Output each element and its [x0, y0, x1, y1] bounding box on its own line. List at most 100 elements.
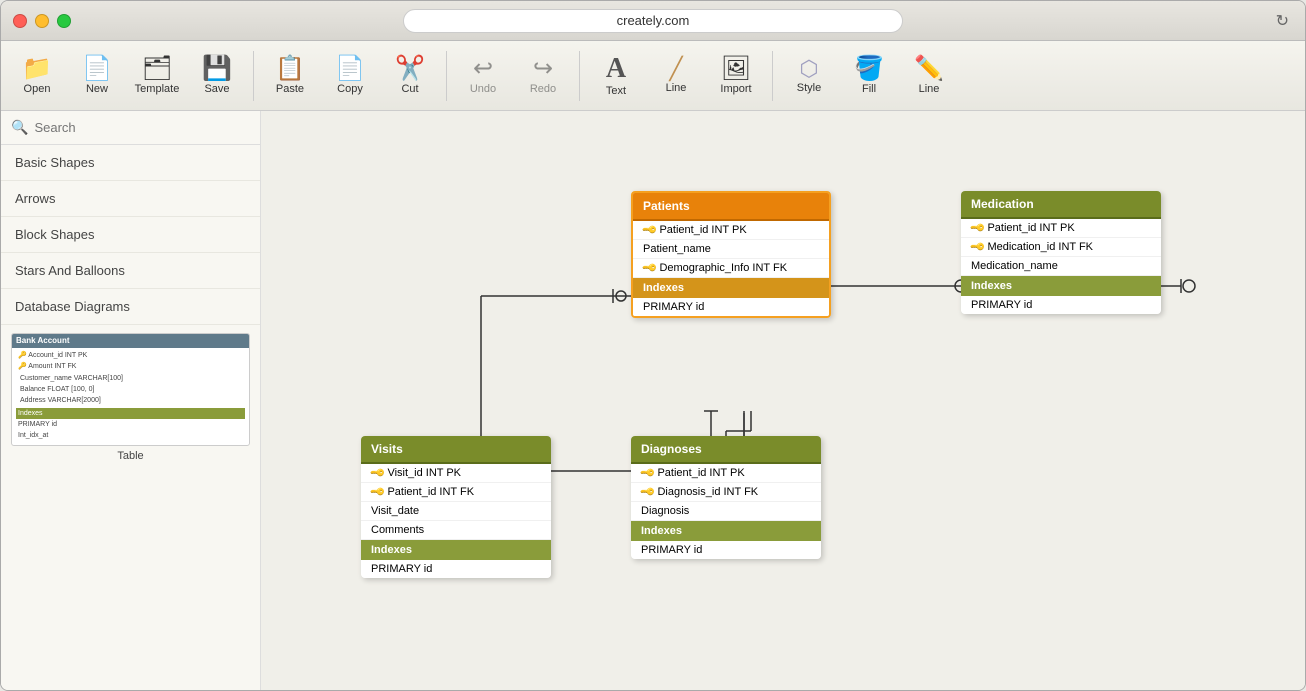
cut-button[interactable]: ✂️ Cut: [382, 45, 438, 107]
save-icon: 💾: [202, 57, 232, 81]
visits-row-1: 🔑 Visit_id INT PK: [361, 464, 551, 483]
fill-button[interactable]: 🪣 Fill: [841, 45, 897, 107]
template-button[interactable]: 🗂 Template: [129, 45, 185, 107]
style-button[interactable]: ⬡ Style: [781, 45, 837, 107]
sidebar-item-basic-shapes[interactable]: Basic Shapes: [1, 145, 260, 181]
diagnoses-table[interactable]: Diagnoses 🔑 Patient_id INT PK 🔑 Diagnosi…: [631, 436, 821, 559]
line-button[interactable]: ╱ Line: [648, 45, 704, 107]
template-label: Template: [135, 83, 180, 95]
address-bar[interactable]: creately.com: [403, 9, 903, 33]
undo-icon: ↩: [473, 57, 493, 81]
paste-label: Paste: [276, 83, 304, 95]
thumb-header: Bank Account: [12, 334, 249, 348]
visits-field-2: Patient_id INT FK: [387, 486, 474, 498]
diagnoses-indexes-header: Indexes: [631, 521, 821, 541]
new-label: New: [86, 83, 108, 95]
search-icon: 🔍: [11, 119, 28, 136]
diagnoses-row-3: Diagnosis: [631, 502, 821, 521]
fill-icon: 🪣: [854, 57, 884, 81]
import-button[interactable]: 🖼 Import: [708, 45, 764, 107]
paste-button[interactable]: 📋 Paste: [262, 45, 318, 107]
search-input[interactable]: [34, 120, 250, 135]
patients-header: Patients: [633, 193, 829, 221]
visits-table[interactable]: Visits 🔑 Visit_id INT PK 🔑 Patient_id IN…: [361, 436, 551, 578]
medication-table[interactable]: Medication 🔑 Patient_id INT PK 🔑 Medicat…: [961, 191, 1161, 314]
new-icon: 📄: [82, 57, 112, 81]
thumbnail-label: Table: [11, 450, 250, 462]
refresh-button[interactable]: ↻: [1276, 11, 1289, 31]
medication-field-1: Patient_id INT PK: [987, 222, 1074, 234]
sidebar-item-arrows[interactable]: Arrows: [1, 181, 260, 217]
line-icon: ╱: [669, 58, 682, 80]
patients-indexes-header: Indexes: [633, 278, 829, 298]
sidebar-item-database-diagrams[interactable]: Database Diagrams: [1, 289, 260, 325]
toolbar-divider-2: [446, 51, 447, 101]
patients-body: 🔑 Patient_id INT PK Patient_name 🔑 Demog…: [633, 221, 829, 278]
visits-body: 🔑 Visit_id INT PK 🔑 Patient_id INT FK Vi…: [361, 464, 551, 540]
sidebar-item-stars-balloons[interactable]: Stars And Balloons: [1, 253, 260, 289]
medication-index-1: PRIMARY id: [961, 296, 1161, 314]
maximize-button[interactable]: [57, 14, 71, 28]
save-button[interactable]: 💾 Save: [189, 45, 245, 107]
visits-field-3: Visit_date: [371, 505, 419, 517]
medication-header: Medication: [961, 191, 1161, 219]
toolbar-divider-4: [772, 51, 773, 101]
redo-label: Redo: [530, 83, 556, 95]
style-label: Style: [797, 82, 821, 94]
visits-index-1: PRIMARY id: [361, 560, 551, 578]
import-label: Import: [720, 83, 751, 95]
line-label: Line: [666, 82, 687, 94]
redo-button[interactable]: ↪ Redo: [515, 45, 571, 107]
block-shapes-label: Block Shapes: [15, 227, 95, 242]
text-button[interactable]: A Text: [588, 45, 644, 107]
visits-row-2: 🔑 Patient_id INT FK: [361, 483, 551, 502]
traffic-lights: [13, 14, 71, 28]
cut-label: Cut: [401, 83, 418, 95]
copy-button[interactable]: 📄 Copy: [322, 45, 378, 107]
patients-table[interactable]: Patients 🔑 Patient_id INT PK Patient_nam…: [631, 191, 831, 318]
patients-row-3: 🔑 Demographic_Info INT FK: [633, 259, 829, 278]
diagnoses-field-1: Patient_id INT PK: [657, 467, 744, 479]
diagnoses-row-2: 🔑 Diagnosis_id INT FK: [631, 483, 821, 502]
visits-field-1: Visit_id INT PK: [387, 467, 461, 479]
stars-balloons-label: Stars And Balloons: [15, 263, 125, 278]
fill-label: Fill: [862, 83, 876, 95]
table-thumbnail[interactable]: Bank Account 🔑 Account_id INT PK 🔑 Amoun…: [11, 333, 250, 462]
visits-indexes-header: Indexes: [361, 540, 551, 560]
import-icon: 🖼: [721, 57, 751, 81]
app-window: creately.com ↻ 📁 Open 📄 New 🗂 Template 💾…: [0, 0, 1306, 691]
close-button[interactable]: [13, 14, 27, 28]
patients-field-2: Patient_name: [643, 243, 711, 255]
diagnoses-body: 🔑 Patient_id INT PK 🔑 Diagnosis_id INT F…: [631, 464, 821, 521]
diagnoses-header: Diagnoses: [631, 436, 821, 464]
cut-icon: ✂️: [395, 57, 425, 81]
canvas[interactable]: Patients 🔑 Patient_id INT PK Patient_nam…: [261, 111, 1305, 690]
thumbnail-box: Bank Account 🔑 Account_id INT PK 🔑 Amoun…: [11, 333, 250, 446]
basic-shapes-label: Basic Shapes: [15, 155, 95, 170]
line2-icon: ✏️: [914, 57, 944, 81]
diagnoses-row-1: 🔑 Patient_id INT PK: [631, 464, 821, 483]
minimize-button[interactable]: [35, 14, 49, 28]
patients-field-3: Demographic_Info INT FK: [659, 262, 787, 274]
copy-icon: 📄: [335, 57, 365, 81]
key-icon-vis: 🔑: [369, 465, 386, 482]
new-button[interactable]: 📄 New: [69, 45, 125, 107]
medication-row-3: Medication_name: [961, 257, 1161, 276]
medication-row-1: 🔑 Patient_id INT PK: [961, 219, 1161, 238]
toolbar-divider-1: [253, 51, 254, 101]
database-diagrams-label: Database Diagrams: [15, 299, 130, 314]
sidebar-item-block-shapes[interactable]: Block Shapes: [1, 217, 260, 253]
line2-button[interactable]: ✏️ Line: [901, 45, 957, 107]
url-text: creately.com: [617, 13, 690, 28]
undo-button[interactable]: ↩ Undo: [455, 45, 511, 107]
open-button[interactable]: 📁 Open: [9, 45, 65, 107]
open-label: Open: [24, 83, 51, 95]
text-label: Text: [606, 85, 626, 97]
fk-icon-diag: 🔑: [639, 484, 656, 501]
visits-header: Visits: [361, 436, 551, 464]
undo-label: Undo: [470, 83, 496, 95]
visits-field-4: Comments: [371, 524, 424, 536]
diagnoses-index-1: PRIMARY id: [631, 541, 821, 559]
fk-icon-med: 🔑: [969, 239, 986, 256]
open-icon: 📁: [22, 57, 52, 81]
